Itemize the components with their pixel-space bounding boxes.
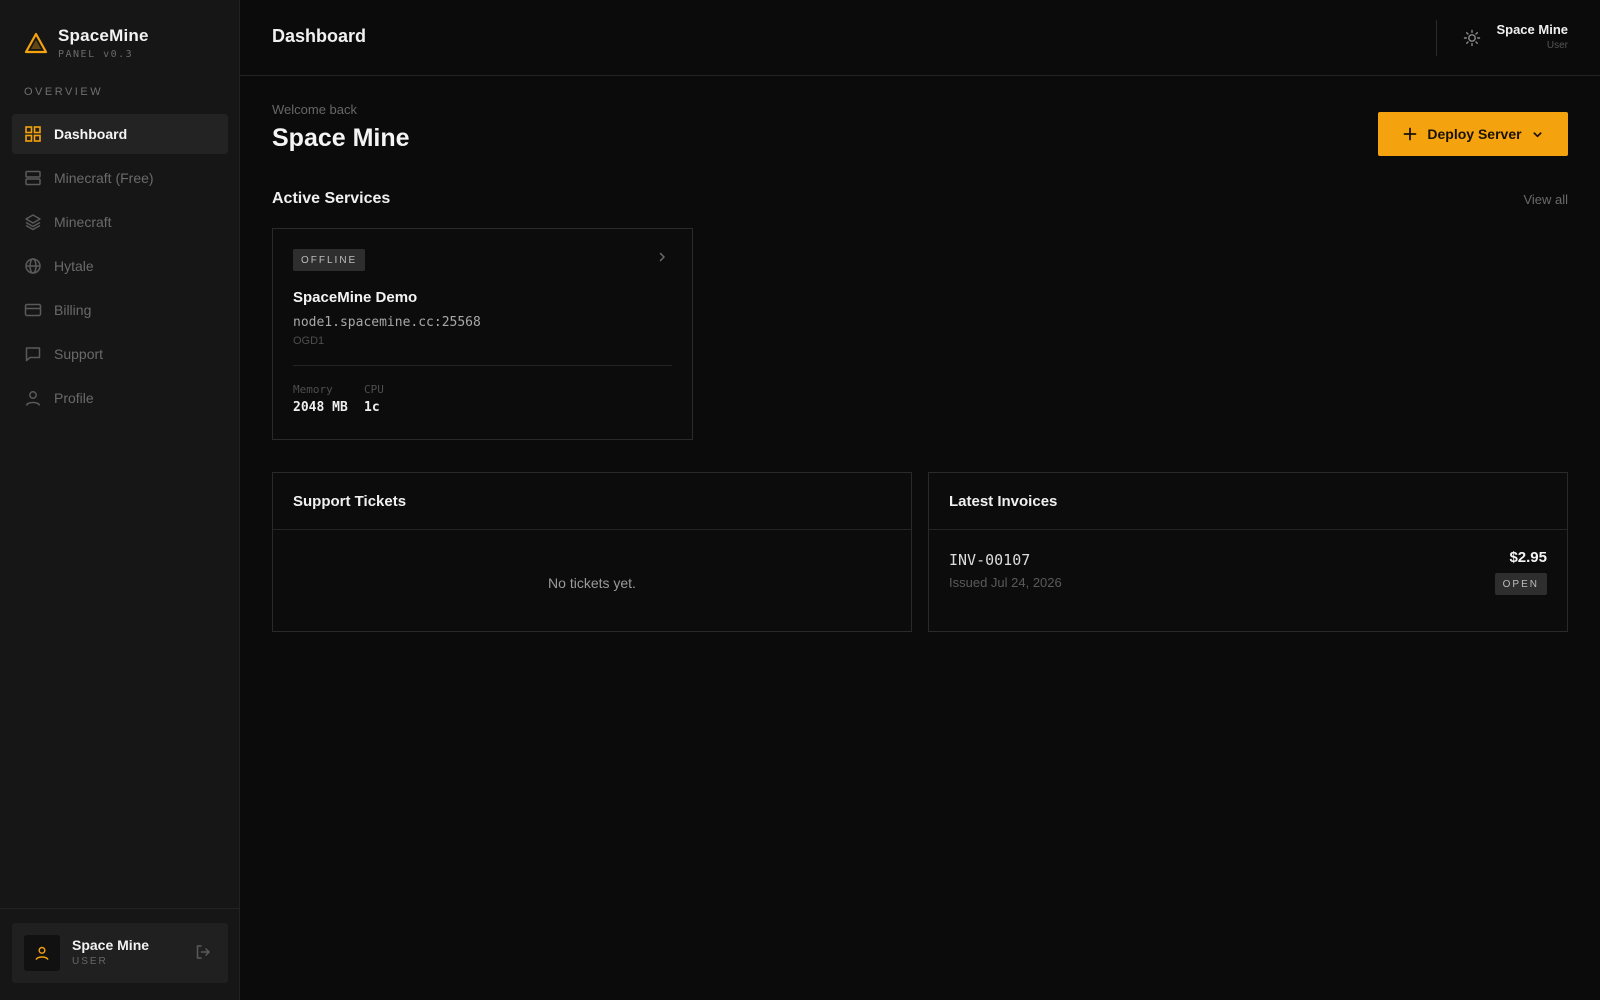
view-all-link[interactable]: View all [1523,192,1568,207]
deploy-server-button[interactable]: Deploy Server [1378,112,1568,156]
user-icon [25,391,41,406]
support-tickets-title: Support Tickets [293,493,407,510]
avatar [24,935,60,971]
sidebar-item-label: Profile [54,390,94,406]
topbar-user[interactable]: Space Mine User [1496,22,1568,51]
topbar: Dashboard Space Mine User [240,0,1600,76]
chevron-right-icon [659,252,665,262]
sidebar-item-support[interactable]: Support [12,334,228,374]
sidebar-item-label: Support [54,346,104,362]
tickets-empty-text: No tickets yet. [548,575,636,591]
plus-icon [1404,127,1417,141]
sidebar-item-billing[interactable]: Billing [12,290,228,330]
invoice-amount: $2.95 [1509,549,1547,566]
user-card[interactable]: Space Mine USER [12,923,228,983]
invoice-date: Issued Jul 24, 2026 [949,575,1062,590]
cpu-stat: CPU 1c [364,383,384,415]
sidebar-item-label: Minecraft (Free) [54,170,154,186]
active-services-title: Active Services [272,190,391,207]
chat-icon [25,347,41,362]
chevron-down-icon [1533,131,1542,137]
nav-section-label: OVERVIEW [24,86,104,98]
deploy-server-label: Deploy Server [1427,126,1522,142]
globe-icon [25,258,41,274]
topbar-user-name: Space Mine [1496,22,1568,37]
spacemine-logo-icon [24,32,48,54]
topbar-divider [1436,20,1437,56]
memory-stat: Memory 2048 MB [293,383,348,415]
layers-icon [25,214,41,231]
logout-icon[interactable] [194,943,212,961]
invoice-id: INV-00107 [949,551,1031,569]
sidebar: SpaceMine PANEL v0.3 OVERVIEW Dashboard … [0,0,240,1000]
sidebar-nav: Dashboard Minecraft (Free) Minecraft Hyt… [12,114,228,422]
panel-divider [273,529,911,530]
sidebar-item-minecraft[interactable]: Minecraft [12,202,228,242]
page-title: Dashboard [272,26,367,46]
latest-invoices-panel: Latest Invoices INV-00107 Issued Jul 24,… [928,472,1568,632]
cpu-value: 1c [364,400,380,415]
sidebar-item-label: Dashboard [54,126,128,142]
brand[interactable]: SpaceMine PANEL v0.3 [24,26,149,60]
server-icon [25,170,41,186]
sidebar-item-label: Billing [54,302,92,318]
user-name: Space Mine [72,937,150,953]
memory-value: 2048 MB [293,400,348,415]
welcome-text: Welcome back [272,102,358,117]
sidebar-item-hytale[interactable]: Hytale [12,246,228,286]
greeting-name: Space Mine [272,124,410,152]
latest-invoices-title: Latest Invoices [949,493,1058,510]
panel-divider [929,529,1567,530]
status-badge: OFFLINE [293,249,366,271]
service-node: OGD1 [293,335,325,347]
sidebar-item-profile[interactable]: Profile [12,378,228,418]
cpu-label: CPU [364,383,384,396]
service-address: node1.spacemine.cc:25568 [293,315,481,330]
invoice-status-badge: OPEN [1494,573,1547,595]
memory-label: Memory [293,383,333,396]
grid-icon [25,126,41,142]
service-divider [293,365,672,366]
sidebar-item-label: Hytale [54,258,94,274]
sidebar-item-label: Minecraft [54,214,112,230]
credit-card-icon [24,303,42,317]
brand-version: PANEL v0.3 [58,49,134,60]
invoice-row[interactable]: INV-00107 Issued Jul 24, 2026 $2.95 OPEN [949,549,1547,599]
sidebar-footer: Space Mine USER [0,908,240,1000]
user-role: USER [72,956,108,967]
service-name: SpaceMine Demo [293,289,418,306]
user-icon [35,946,49,960]
sidebar-item-minecraft-free[interactable]: Minecraft (Free) [12,158,228,198]
support-tickets-panel: Support Tickets No tickets yet. [272,472,912,632]
topbar-user-role: User [1546,40,1568,51]
service-card[interactable]: OFFLINE SpaceMine Demo node1.spacemine.c… [272,228,693,440]
brand-name: SpaceMine [58,26,149,45]
sun-icon[interactable] [1462,28,1482,48]
sidebar-item-dashboard[interactable]: Dashboard [12,114,228,154]
